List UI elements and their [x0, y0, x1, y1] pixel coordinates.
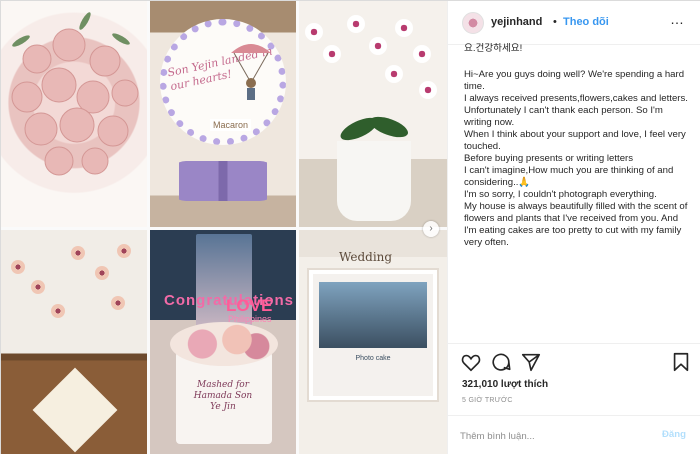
caption-paragraph: I'm so sorry, I couldn't photograph ever… — [464, 189, 657, 200]
comment-bar: Đăng — [448, 415, 700, 454]
flower-cake-topping — [170, 322, 278, 366]
caption-paragraph: Unfortunately I can't thank each person.… — [464, 105, 666, 128]
follow-button[interactable]: Theo dõi — [563, 16, 609, 28]
photo-white-orchid — [299, 1, 447, 227]
orchid-flower — [305, 23, 323, 41]
next-arrow-icon[interactable]: › — [423, 221, 439, 237]
username-link[interactable]: yejinhand — [491, 16, 542, 28]
photo-pink-orchid — [1, 230, 147, 454]
rose-bouquet-illustration — [11, 12, 139, 176]
post-timestamp[interactable]: 5 GIỜ TRƯỚC — [462, 397, 513, 404]
orchid-flower — [95, 266, 109, 280]
orchid-flower — [419, 81, 437, 99]
comment-input[interactable] — [460, 427, 640, 445]
post-caption: 요.건강하세요! Hi~Are you guys doing well? We'… — [464, 43, 692, 341]
post-side-panel: yejinhand • Theo dõi … 요.건강하세요! Hi~Are y… — [447, 1, 700, 454]
orchid-flower — [71, 246, 85, 260]
share-icon[interactable] — [520, 351, 542, 373]
photo-cake-caption: Photo cake — [355, 355, 391, 362]
caption-paragraph: I can't imagine,How much you are thinkin… — [464, 165, 676, 188]
caption-paragraph: I always received presents,flowers,cakes… — [464, 93, 688, 104]
photo-photo-cake: Wedding Photo cake — [299, 230, 447, 454]
orchid-flower — [51, 304, 65, 318]
orchid-leaf — [367, 112, 411, 142]
orchid-flower — [111, 296, 125, 310]
avatar[interactable] — [462, 12, 484, 34]
caption-paragraph: When I think about your support and love… — [464, 129, 689, 152]
action-bar — [448, 343, 700, 379]
separator-dot: • — [553, 16, 557, 28]
purple-ribbon — [168, 161, 278, 201]
post-media-carousel[interactable]: Son Yejin landed in our hearts! Macaron — [1, 1, 447, 454]
likes-count[interactable]: 321,010 lượt thích — [462, 379, 548, 390]
parachute-figure-icon — [231, 44, 271, 100]
printed-couple-photo — [319, 282, 427, 348]
heart-icon[interactable] — [460, 351, 482, 373]
orchid-flower — [413, 45, 431, 63]
photo-illustrated-cake: Son Yejin landed in our hearts! Macaron — [150, 1, 296, 227]
comment-icon[interactable] — [490, 351, 512, 373]
photo-cake-title: Wedding — [339, 250, 393, 264]
ceramic-pot — [337, 141, 411, 221]
orchid-flower — [385, 65, 403, 83]
orchid-flower — [117, 244, 131, 258]
caption-paragraph: My house is always beautifully filled wi… — [464, 201, 691, 248]
orchid-flower — [11, 260, 25, 274]
cake-brand-tag: Macaron — [210, 119, 252, 131]
orchid-flower — [369, 37, 387, 55]
photo-love-cake: Congratulations LOVE Philippines Mashed … — [150, 230, 296, 454]
love-sign: LOVE — [226, 296, 273, 315]
caption-paragraph: Hi~Are you guys doing well? We're spendi… — [464, 69, 687, 92]
hexagonal-pot — [32, 367, 118, 453]
more-horizontal-icon[interactable]: … — [670, 11, 684, 27]
caption-paragraph: Before buying presents or writing letter… — [464, 153, 634, 164]
caption-korean-line: 요.건강하세요! — [464, 43, 523, 54]
cake-inscription: Mashed for Hamada Son Ye Jin — [193, 380, 253, 412]
instagram-post: Son Yejin landed in our hearts! Macaron — [0, 0, 700, 454]
photo-rose-bouquet — [1, 1, 147, 227]
orchid-flower — [31, 280, 45, 294]
photo-cake: Photo cake — [309, 270, 437, 400]
post-comment-button[interactable]: Đăng — [662, 429, 686, 440]
bookmark-icon[interactable] — [670, 351, 692, 373]
orchid-flower — [395, 19, 413, 37]
orchid-flower — [347, 15, 365, 33]
post-header: yejinhand • Theo dõi … — [448, 1, 700, 45]
orchid-flower — [323, 45, 341, 63]
